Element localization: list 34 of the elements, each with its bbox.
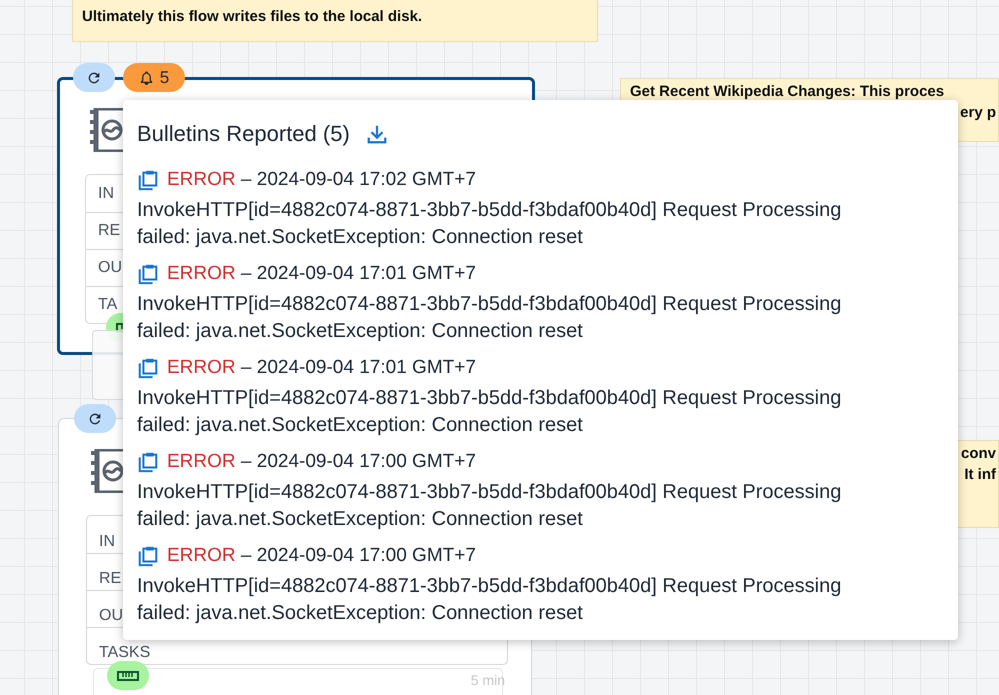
stat-label: RE [99, 570, 122, 588]
download-icon[interactable] [366, 123, 388, 145]
bulletin-header: ERROR – 2024-09-04 17:00 GMT+7 [167, 451, 476, 473]
bulletin-badge[interactable]: 5 [123, 63, 185, 92]
copy-icon[interactable] [137, 357, 159, 379]
stat-label: OU [99, 607, 123, 625]
bulletin-message: InvokeHTTP[id=4882c074-8871-3bb7-b5dd-f3bdaf00b40d] Request Processing failed: java.net.SocketException: Connection reset [137, 386, 842, 438]
stat-label: IN [98, 184, 114, 202]
bulletin-message: InvokeHTTP[id=4882c074-8871-3bb7-b5dd-f3bdaf00b40d] Request Processing failed: java.net.SocketException: Connection reset [137, 574, 842, 626]
stat-label: RE [98, 222, 120, 240]
bulletin-message: InvokeHTTP[id=4882c074-8871-3bb7-b5dd-f3bdaf00b40d] Request Processing failed: java.net.SocketException: Connection reset [137, 198, 842, 250]
note-text: Get Recent Wikipedia Changes: This proces [630, 82, 944, 102]
bulletin-header: ERROR – 2024-09-04 17:01 GMT+7 [167, 357, 476, 379]
stat-label: IN [99, 533, 115, 551]
copy-icon[interactable] [137, 545, 159, 567]
stat-label: TASKS [99, 644, 150, 662]
bulletin-header: ERROR – 2024-09-04 17:00 GMT+7 [167, 545, 476, 567]
bulletin-message: InvokeHTTP[id=4882c074-8871-3bb7-b5dd-f3bdaf00b40d] Request Processing failed: java.net.SocketException: Connection reset [137, 292, 842, 344]
note-text: It inf [964, 465, 996, 485]
stat-label: OU [98, 259, 122, 277]
note-text: ery p [960, 103, 996, 123]
stat-label: TA [98, 296, 118, 314]
bulletin-message: InvokeHTTP[id=4882c074-8871-3bb7-b5dd-f3bdaf00b40d] Request Processing failed: java.net.SocketException: Connection reset [137, 480, 842, 532]
note-text: conv [960, 444, 996, 464]
note-text: Ultimately this flow writes files to the local disk. [82, 7, 422, 27]
popup-title: Bulletins Reported (5) [137, 121, 350, 147]
copy-icon[interactable] [137, 263, 159, 285]
refresh-badge[interactable] [74, 404, 116, 433]
bulletin-header: ERROR – 2024-09-04 17:02 GMT+7 [167, 169, 476, 191]
duration-text: 5 min [470, 672, 505, 688]
refresh-badge[interactable] [73, 63, 115, 92]
copy-icon[interactable] [137, 451, 159, 473]
copy-icon[interactable] [137, 169, 159, 191]
bulletin-header: ERROR – 2024-09-04 17:01 GMT+7 [167, 263, 476, 285]
